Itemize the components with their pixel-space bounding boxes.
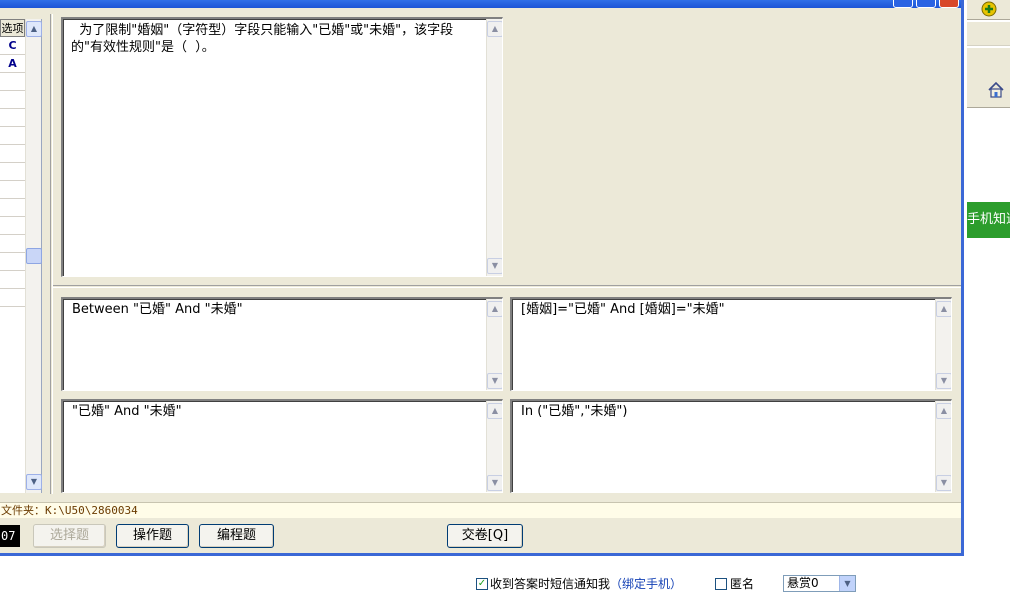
scroll-down-icon[interactable]: ▼ bbox=[487, 475, 502, 491]
close-button[interactable] bbox=[939, 0, 959, 8]
bind-phone-link[interactable]: （绑定手机） bbox=[610, 576, 682, 592]
option-pane-c[interactable]: "已婚" And "未婚" ▲ ▼ bbox=[61, 399, 503, 493]
timer-display: 07 bbox=[0, 525, 20, 547]
option-scrollbar[interactable]: ▲ ▼ bbox=[486, 401, 502, 492]
option-text: In ("已婚","未婚") bbox=[521, 404, 628, 419]
browser-window-edge: 手机知道 bbox=[967, 0, 1010, 240]
scroll-up-icon[interactable]: ▲ bbox=[936, 403, 951, 419]
answer-cell[interactable] bbox=[0, 271, 25, 289]
question-scrollbar[interactable]: ▲ ▼ bbox=[486, 19, 502, 276]
browser-nav-bar bbox=[967, 48, 1010, 108]
folder-path-status: 文件夹：K:\U50\2860034 bbox=[0, 502, 961, 518]
answer-sheet-scrollbar[interactable]: ▲ ▼ bbox=[25, 19, 42, 493]
answer-cell[interactable] bbox=[0, 217, 25, 235]
answer-cell[interactable]: C bbox=[0, 37, 25, 55]
scroll-down-icon[interactable]: ▼ bbox=[936, 475, 951, 491]
home-icon[interactable] bbox=[987, 81, 1005, 99]
question-text: 为了限制"婚姻"（字符型）字段只能输入"已婚"或"未婚"，该字段的"有效性规则"… bbox=[71, 23, 454, 55]
answer-cell[interactable] bbox=[0, 109, 25, 127]
option-pane-d[interactable]: In ("已婚","未婚") ▲ ▼ bbox=[510, 399, 952, 493]
option-scrollbar[interactable]: ▲ ▼ bbox=[486, 299, 502, 390]
answer-sheet-list: 选项 C A ▲ ▼ bbox=[0, 19, 42, 493]
submit-exam-button[interactable]: 交卷[Q] bbox=[447, 524, 523, 548]
scroll-down-icon[interactable]: ▼ bbox=[487, 373, 502, 389]
scroll-down-icon[interactable]: ▼ bbox=[487, 258, 502, 274]
question-options-row: ✓ 收到答案时短信通知我 （绑定手机） 匿名 bbox=[0, 572, 1010, 591]
answer-cell[interactable] bbox=[0, 253, 25, 271]
answer-cell[interactable] bbox=[0, 91, 25, 109]
minimize-button[interactable] bbox=[893, 0, 913, 8]
scroll-up-icon[interactable]: ▲ bbox=[487, 301, 502, 317]
scroll-thumb[interactable] bbox=[26, 248, 42, 264]
add-favorite-icon[interactable] bbox=[979, 0, 1001, 20]
mobile-banner[interactable]: 手机知道 bbox=[967, 202, 1010, 238]
anonymous-checkbox[interactable] bbox=[715, 578, 727, 590]
reward-select[interactable]: 悬赏0 ▼ bbox=[783, 575, 856, 592]
sms-notify-checkbox[interactable]: ✓ bbox=[476, 578, 488, 590]
option-scrollbar[interactable]: ▲ ▼ bbox=[935, 299, 951, 390]
answer-cell[interactable] bbox=[0, 163, 25, 181]
option-pane-b[interactable]: [婚姻]="已婚" And [婚姻]="未婚" ▲ ▼ bbox=[510, 297, 952, 391]
title-bar bbox=[0, 0, 961, 8]
scroll-down-icon[interactable]: ▼ bbox=[936, 373, 951, 389]
operation-question-button[interactable]: 操作题 bbox=[116, 524, 189, 548]
option-scrollbar[interactable]: ▲ ▼ bbox=[935, 401, 951, 492]
maximize-button[interactable] bbox=[916, 0, 936, 8]
scroll-up-icon[interactable]: ▲ bbox=[26, 21, 42, 37]
programming-question-button[interactable]: 编程题 bbox=[199, 524, 274, 548]
answer-cell[interactable] bbox=[0, 181, 25, 199]
browser-address-bar bbox=[967, 22, 1010, 46]
choice-question-button[interactable]: 选择题 bbox=[33, 524, 106, 548]
answer-column-header: 选项 bbox=[0, 19, 25, 37]
browser-toolbar bbox=[967, 0, 1010, 20]
answer-cell[interactable] bbox=[0, 145, 25, 163]
sms-notify-label: 收到答案时短信通知我 bbox=[490, 577, 611, 591]
option-text: Between "已婚" And "未婚" bbox=[72, 302, 243, 317]
answer-cell[interactable] bbox=[0, 235, 25, 253]
answer-cell[interactable] bbox=[0, 73, 25, 91]
scroll-up-icon[interactable]: ▲ bbox=[936, 301, 951, 317]
option-pane-a[interactable]: Between "已婚" And "未婚" ▲ ▼ bbox=[61, 297, 503, 391]
anonymous-label: 匿名 bbox=[730, 577, 755, 591]
scroll-down-icon[interactable]: ▼ bbox=[26, 474, 42, 490]
chevron-down-icon[interactable]: ▼ bbox=[839, 576, 855, 591]
answer-cell[interactable] bbox=[0, 199, 25, 217]
reward-value: 悬赏0 bbox=[787, 576, 819, 590]
vertical-divider bbox=[50, 14, 53, 494]
answer-cell[interactable]: A bbox=[0, 55, 25, 73]
answer-cell[interactable] bbox=[0, 127, 25, 145]
scroll-up-icon[interactable]: ▲ bbox=[487, 403, 502, 419]
option-text: "已婚" And "未婚" bbox=[72, 404, 182, 419]
scroll-up-icon[interactable]: ▲ bbox=[487, 21, 502, 37]
horizontal-divider bbox=[53, 285, 961, 288]
option-text: [婚姻]="已婚" And [婚姻]="未婚" bbox=[521, 302, 725, 317]
question-pane: 为了限制"婚姻"（字符型）字段只能输入"已婚"或"未婚"，该字段的"有效性规则"… bbox=[61, 17, 503, 277]
exam-window: 选项 C A ▲ ▼ 为了限制"婚姻"（字符型）字段只能输入"已婚"或"未婚"，… bbox=[0, 0, 964, 556]
answer-cell[interactable] bbox=[0, 289, 25, 307]
